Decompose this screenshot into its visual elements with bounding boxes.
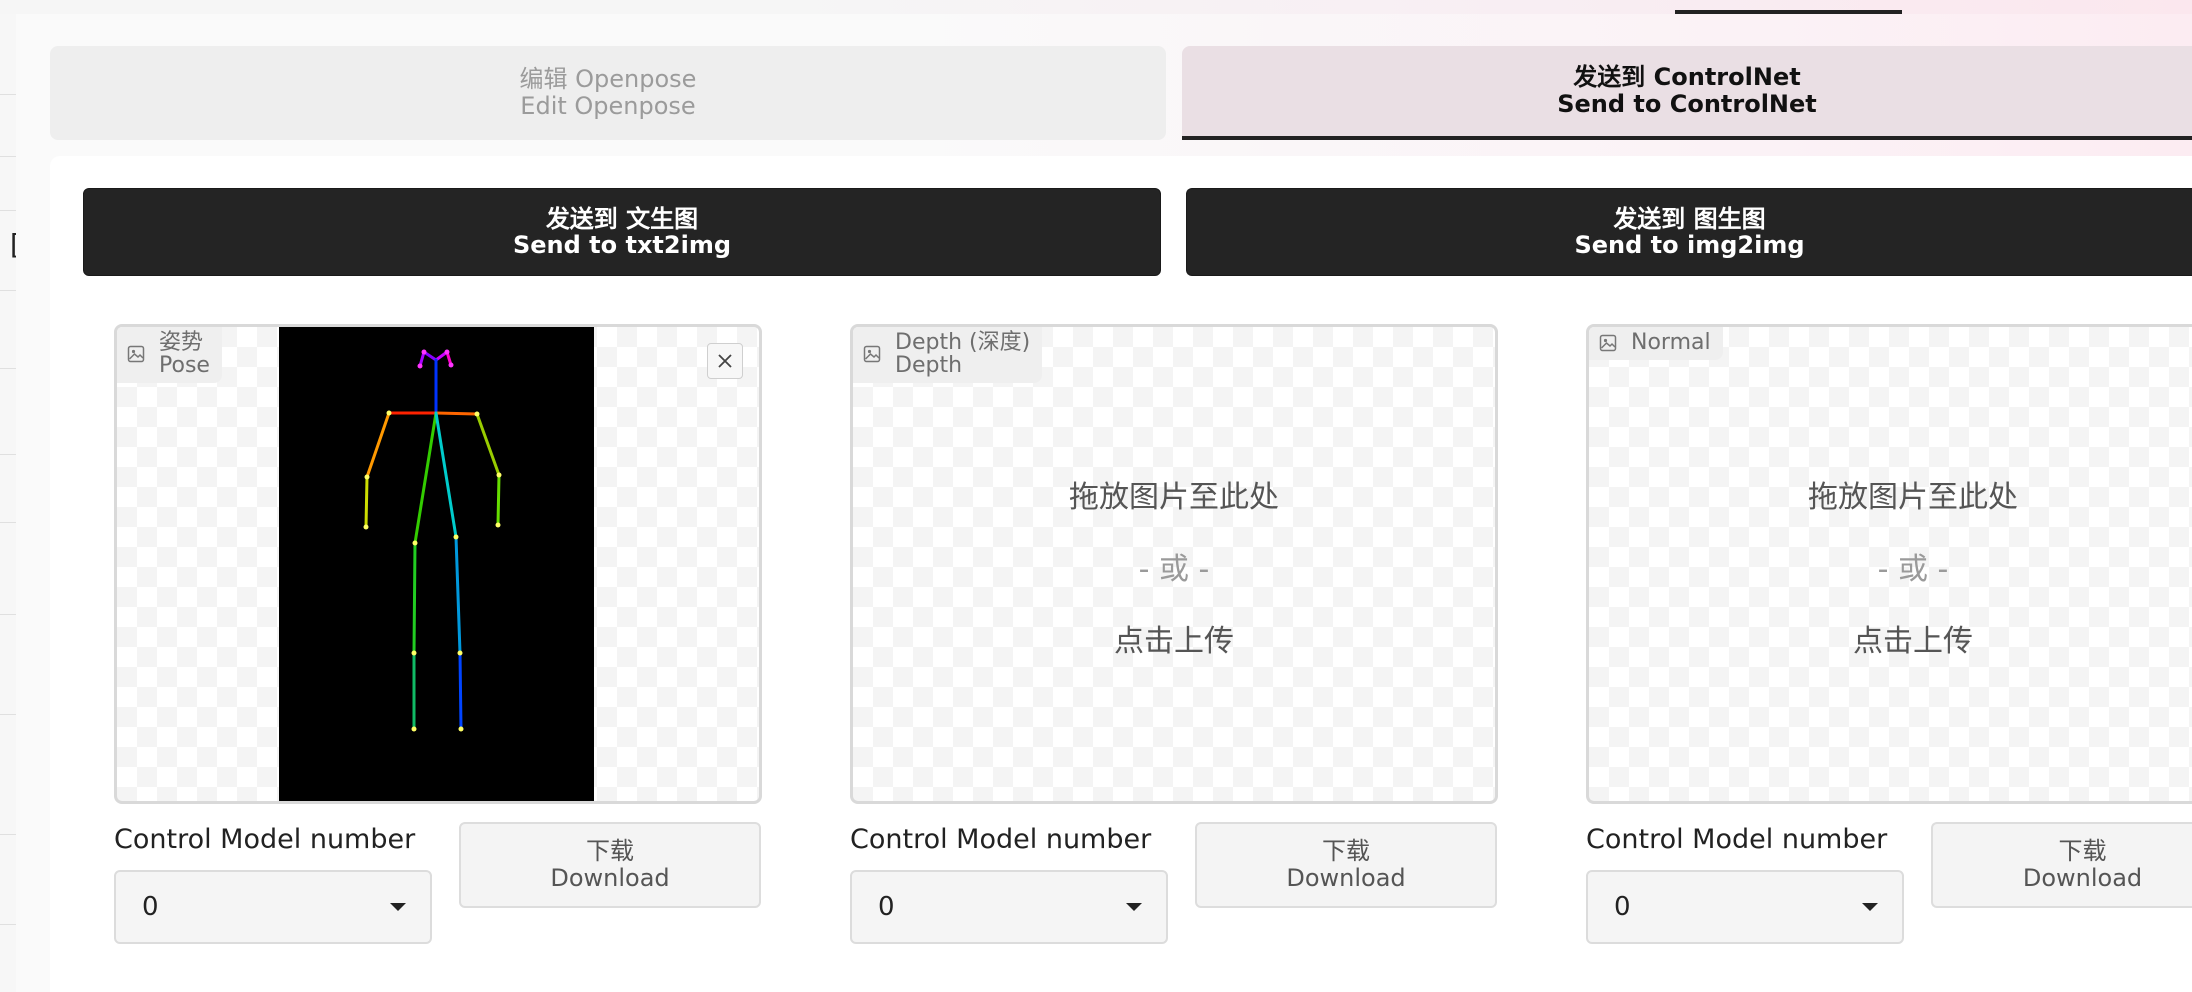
download-button[interactable]: 下载 Download [1195, 822, 1497, 908]
label-en: Depth [895, 353, 963, 378]
image-icon [863, 345, 881, 363]
download-button[interactable]: 下载 Download [1931, 822, 2192, 908]
download-label-en: Download [2022, 864, 2143, 892]
sidebar-divider [0, 94, 16, 95]
control-model-label: Control Model number [850, 824, 1152, 855]
sidebar-divider [0, 522, 16, 523]
dropzone-drop-text: 拖放图片至此处 [1808, 480, 2018, 515]
send-to-txt2img-button[interactable]: 发送到 文生图 Send to txt2img [83, 188, 1161, 276]
label-cn: 姿势 [159, 330, 204, 355]
download-label-en: Download [550, 864, 670, 892]
sidebar-divider [0, 834, 16, 835]
tab-label-cn: 编辑 Openpose [519, 65, 697, 93]
sidebar-divider [0, 156, 16, 157]
button-label-cn: 发送到 文生图 [545, 205, 699, 233]
tab-send-to-controlnet[interactable]: 发送到 ControlNet Send to ControlNet [1182, 46, 2192, 140]
dropzone-or-text: - 或 - [1138, 552, 1210, 587]
image-box-label: 姿势 Pose [117, 327, 222, 383]
sidebar-divider [0, 454, 16, 455]
sidebar-divider [0, 368, 16, 369]
close-icon [718, 354, 732, 368]
image-box-label: Depth (深度) Depth [853, 327, 1043, 383]
sidebar-divider [0, 614, 16, 615]
download-button[interactable]: 下载 Download [459, 822, 761, 908]
dropzone-or-text: - 或 - [1877, 552, 1949, 587]
control-model-label: Control Model number [114, 824, 416, 855]
control-model-select[interactable]: 0 [850, 870, 1168, 944]
control-model-select[interactable]: 0 [114, 870, 432, 944]
normal-image-box[interactable]: Normal 拖放图片至此处 - 或 - 点击上传 [1586, 324, 2192, 804]
download-label-cn: 下载 [2058, 837, 2107, 865]
button-label-en: Send to img2img [1574, 231, 1805, 259]
pose-image-box[interactable]: 姿势 Pose [114, 324, 762, 804]
pose-skeleton-image [279, 327, 594, 801]
dropzone-click-upload[interactable]: 点击上传 [853, 616, 1495, 660]
tab-edit-openpose[interactable]: 编辑 Openpose Edit Openpose [50, 46, 1166, 140]
select-value: 0 [142, 892, 159, 922]
button-label-cn: 发送到 图生图 [1613, 205, 1766, 233]
download-label-cn: 下载 [1322, 837, 1370, 865]
button-label-en: Send to txt2img [512, 231, 732, 259]
tab-label-en: Send to ControlNet [1557, 90, 1817, 118]
image-icon [127, 345, 145, 363]
chevron-down-icon [390, 903, 406, 911]
sidebar-divider [0, 924, 16, 925]
tab-label-cn: 发送到 ControlNet [1573, 63, 1801, 91]
download-label-en: Download [1286, 864, 1406, 892]
label-en: Pose [159, 353, 210, 378]
clear-image-button[interactable] [707, 343, 743, 379]
sidebar-divider [0, 290, 16, 291]
sidebar-divider [0, 714, 16, 715]
label-cn: Depth (深度) [895, 330, 1031, 355]
select-value: 0 [878, 892, 895, 922]
tab-label-en: Edit Openpose [520, 92, 696, 120]
top-tab-strip [0, 0, 2192, 15]
chevron-down-icon [1862, 903, 1878, 911]
control-model-select[interactable]: 0 [1586, 870, 1904, 944]
label-cn: Normal [1631, 330, 1711, 355]
send-to-img2img-button[interactable]: 发送到 图生图 Send to img2img [1186, 188, 2192, 276]
left-sidebar-edge: [ [0, 14, 23, 992]
sidebar-divider [0, 210, 16, 211]
dropzone-click-upload[interactable]: 点击上传 [1589, 616, 2192, 660]
select-value: 0 [1614, 892, 1631, 922]
image-icon [1599, 334, 1617, 351]
control-model-label: Control Model number [1586, 824, 1888, 855]
dropzone-drop-text: 拖放图片至此处 [1069, 480, 1279, 515]
depth-image-box[interactable]: Depth (深度) Depth 拖放图片至此处 - 或 - 点击上传 [850, 324, 1498, 804]
download-label-cn: 下载 [586, 837, 634, 865]
image-box-label: Normal [1589, 327, 1723, 360]
chevron-down-icon [1126, 903, 1142, 911]
